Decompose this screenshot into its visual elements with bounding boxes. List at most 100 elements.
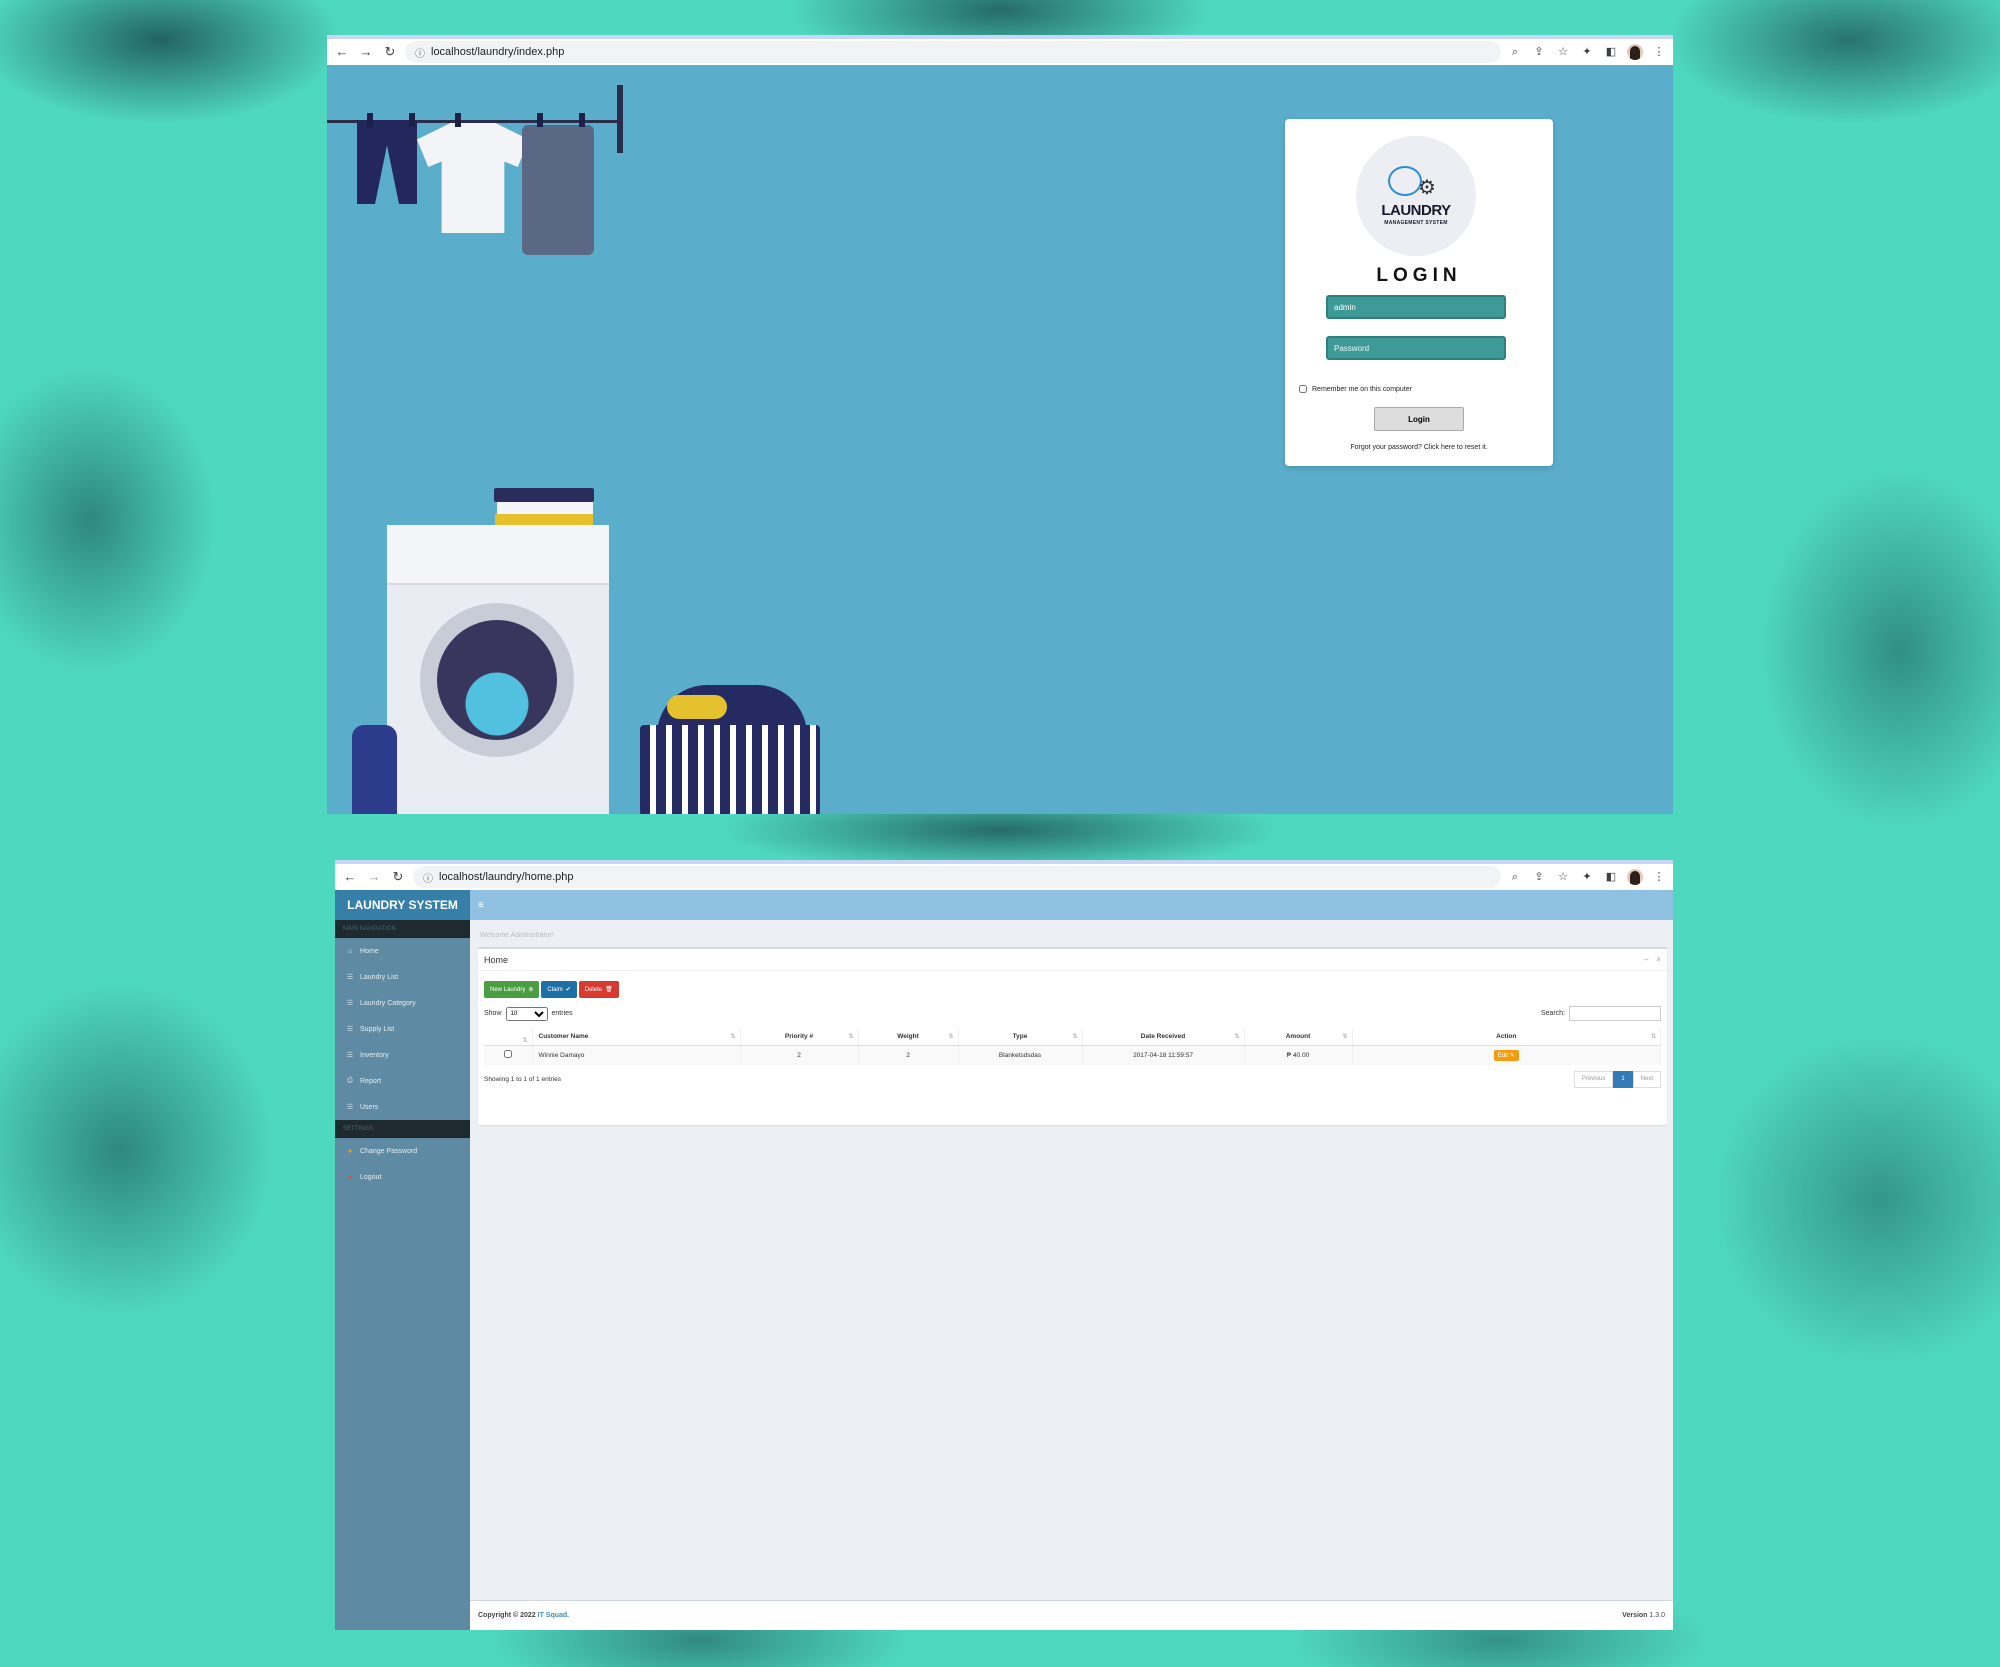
pagination: Previous 1 Next: [1573, 1071, 1661, 1088]
sidebar-item-logout[interactable]: ● Logout: [335, 1164, 470, 1190]
settings-header: SETTINGS: [335, 1120, 470, 1138]
login-card: ⚙ LAUNDRY MANAGEMENT SYSTEM LOGIN Rememb…: [1285, 119, 1553, 466]
sidebar-item-inventory[interactable]: ☰ Inventory: [335, 1042, 470, 1068]
reload-icon[interactable]: ↻: [381, 43, 399, 61]
back-arrow-icon[interactable]: ←: [333, 43, 351, 61]
table-header-row: ⇅ Customer Name ⇅ Priority # ⇅ Weight ⇅ Typ…: [484, 1029, 1661, 1046]
column-header-date[interactable]: Date Received ⇅: [1082, 1029, 1245, 1046]
new-laundry-button[interactable]: New Laundry ⊕: [484, 981, 540, 998]
star-icon[interactable]: ☆: [1555, 44, 1571, 60]
side-panel-icon[interactable]: ◧: [1603, 44, 1619, 60]
remember-me[interactable]: Remember me on this computer: [1299, 385, 1412, 393]
version-label: Version: [1622, 1612, 1648, 1619]
edit-label: Edit: [1497, 1052, 1509, 1059]
welcome-text: Welcome Administrator!: [480, 932, 554, 939]
home-box: Home – × New Laundry ⊕ Claim ✔ Delete 🗑 …: [478, 947, 1667, 1125]
sidebar-item-laundry-list[interactable]: ☰ Laundry List: [335, 964, 470, 990]
login-button[interactable]: Login: [1374, 407, 1464, 431]
main-navigation-header: MAIN NAVIGATION: [335, 920, 470, 938]
search-label: Search:: [1540, 1010, 1565, 1017]
close-icon[interactable]: ×: [1656, 955, 1661, 964]
admin-app: LAUNDRY SYSTEM MAIN NAVIGATION ⌂ Home ☰ …: [335, 890, 1673, 1630]
entries-select[interactable]: 10: [505, 1006, 548, 1021]
plus-circle-icon: ⊕: [528, 987, 534, 993]
side-panel-icon[interactable]: ◧: [1603, 869, 1619, 885]
clothespin: [455, 113, 461, 127]
site-info-icon[interactable]: ⓘ: [415, 45, 425, 60]
action-buttons: New Laundry ⊕ Claim ✔ Delete 🗑: [478, 971, 1667, 998]
username-input[interactable]: [1326, 295, 1506, 319]
entries-label: entries: [551, 1010, 573, 1017]
company-link[interactable]: IT Squad.: [538, 1612, 570, 1619]
next-page-button[interactable]: Next: [1632, 1071, 1661, 1088]
laundry-logo: ⚙ LAUNDRY MANAGEMENT SYSTEM: [1356, 136, 1476, 256]
share-icon[interactable]: ⇪: [1531, 44, 1547, 60]
trash-icon: 🗑: [605, 987, 613, 993]
column-label: Date Received: [1140, 1033, 1186, 1041]
claim-button[interactable]: Claim ✔: [541, 981, 577, 998]
towel-illustration: [522, 125, 594, 255]
detergent-bottle-illustration: [352, 725, 397, 814]
list-icon: ☰: [346, 1104, 354, 1111]
sidebar-item-laundry-category[interactable]: ☰ Laundry Category: [335, 990, 470, 1016]
forward-arrow-icon[interactable]: →: [357, 43, 375, 61]
search-input[interactable]: [1569, 1006, 1661, 1021]
remember-checkbox[interactable]: [1299, 385, 1307, 393]
profile-avatar[interactable]: [1627, 44, 1643, 60]
browser-toolbar: ← → ↻ ⓘ localhost/laundry/index.php ⌕ ⇪ …: [327, 35, 1673, 65]
sidebar-item-label: Inventory: [360, 1051, 389, 1059]
sidebar-toggle-icon[interactable]: ≡: [478, 900, 484, 911]
forward-arrow-icon[interactable]: →: [365, 868, 383, 886]
forgot-password-link[interactable]: Forgot your password? Click here to rese…: [1285, 444, 1553, 451]
extensions-icon[interactable]: ✦: [1579, 869, 1595, 885]
previous-page-button[interactable]: Previous: [1573, 1071, 1614, 1088]
column-header-select[interactable]: ⇅: [484, 1029, 533, 1046]
zoom-icon[interactable]: ⌕: [1507, 44, 1523, 60]
column-header-action[interactable]: Action ⇅: [1352, 1029, 1661, 1046]
sidebar-item-change-password[interactable]: ● Change Password: [335, 1138, 470, 1164]
box-header: Home – ×: [478, 949, 1667, 971]
menu-kebab-icon[interactable]: ⋮: [1651, 869, 1667, 885]
extensions-icon[interactable]: ✦: [1579, 44, 1595, 60]
password-input[interactable]: [1326, 336, 1506, 360]
table-footer: Showing 1 to 1 of 1 entries Previous 1 N…: [478, 1065, 1667, 1088]
delete-button[interactable]: Delete 🗑: [578, 981, 619, 998]
back-arrow-icon[interactable]: ←: [341, 868, 359, 886]
collapse-icon[interactable]: –: [1644, 955, 1648, 964]
sort-icon: ⇅: [730, 1034, 736, 1041]
sort-icon: ⇅: [848, 1034, 854, 1041]
sidebar-item-report[interactable]: ⎙ Report: [335, 1068, 470, 1094]
sidebar-item-users[interactable]: ☰ Users: [335, 1094, 470, 1120]
column-header-weight[interactable]: Weight ⇅: [858, 1029, 959, 1046]
column-header-amount[interactable]: Amount ⇅: [1244, 1029, 1353, 1046]
edit-button[interactable]: Edit ✎: [1493, 1049, 1519, 1061]
share-icon[interactable]: ⇪: [1531, 869, 1547, 885]
brand-logo[interactable]: LAUNDRY SYSTEM: [335, 890, 470, 920]
star-icon[interactable]: ☆: [1555, 869, 1571, 885]
reload-icon[interactable]: ↻: [389, 868, 407, 886]
page-1-button[interactable]: 1: [1613, 1071, 1633, 1088]
profile-avatar[interactable]: [1627, 869, 1643, 885]
laundry-basket-illustration: [640, 725, 820, 814]
button-label: Delete: [584, 986, 603, 993]
clothespin: [579, 113, 585, 127]
entries-info: Showing 1 to 1 of 1 entries: [484, 1076, 561, 1083]
shirt-illustration: [417, 123, 529, 233]
row-checkbox[interactable]: [503, 1050, 512, 1059]
column-header-customer[interactable]: Customer Name ⇅: [532, 1029, 741, 1046]
amount-cell: ₱ 40.00: [1244, 1045, 1353, 1065]
folded-clothes: [497, 502, 593, 514]
sidebar-item-label: Logout: [360, 1173, 382, 1181]
sidebar-item-home[interactable]: ⌂ Home: [335, 938, 470, 964]
zoom-icon[interactable]: ⌕: [1507, 869, 1523, 885]
address-bar[interactable]: ⓘ localhost/laundry/index.php: [405, 41, 1501, 63]
site-info-icon[interactable]: ⓘ: [423, 870, 433, 885]
customer-cell: Winnie Damayo: [532, 1045, 741, 1065]
sidebar-item-supply-list[interactable]: ☰ Supply List: [335, 1016, 470, 1042]
column-header-type[interactable]: Type ⇅: [958, 1029, 1083, 1046]
type-cell: Blanketsdsdas: [958, 1045, 1083, 1065]
menu-kebab-icon[interactable]: ⋮: [1651, 44, 1667, 60]
column-header-priority[interactable]: Priority # ⇅: [740, 1029, 859, 1046]
address-bar[interactable]: ⓘ localhost/laundry/home.php: [413, 866, 1501, 888]
home-icon: ⌂: [347, 947, 353, 955]
